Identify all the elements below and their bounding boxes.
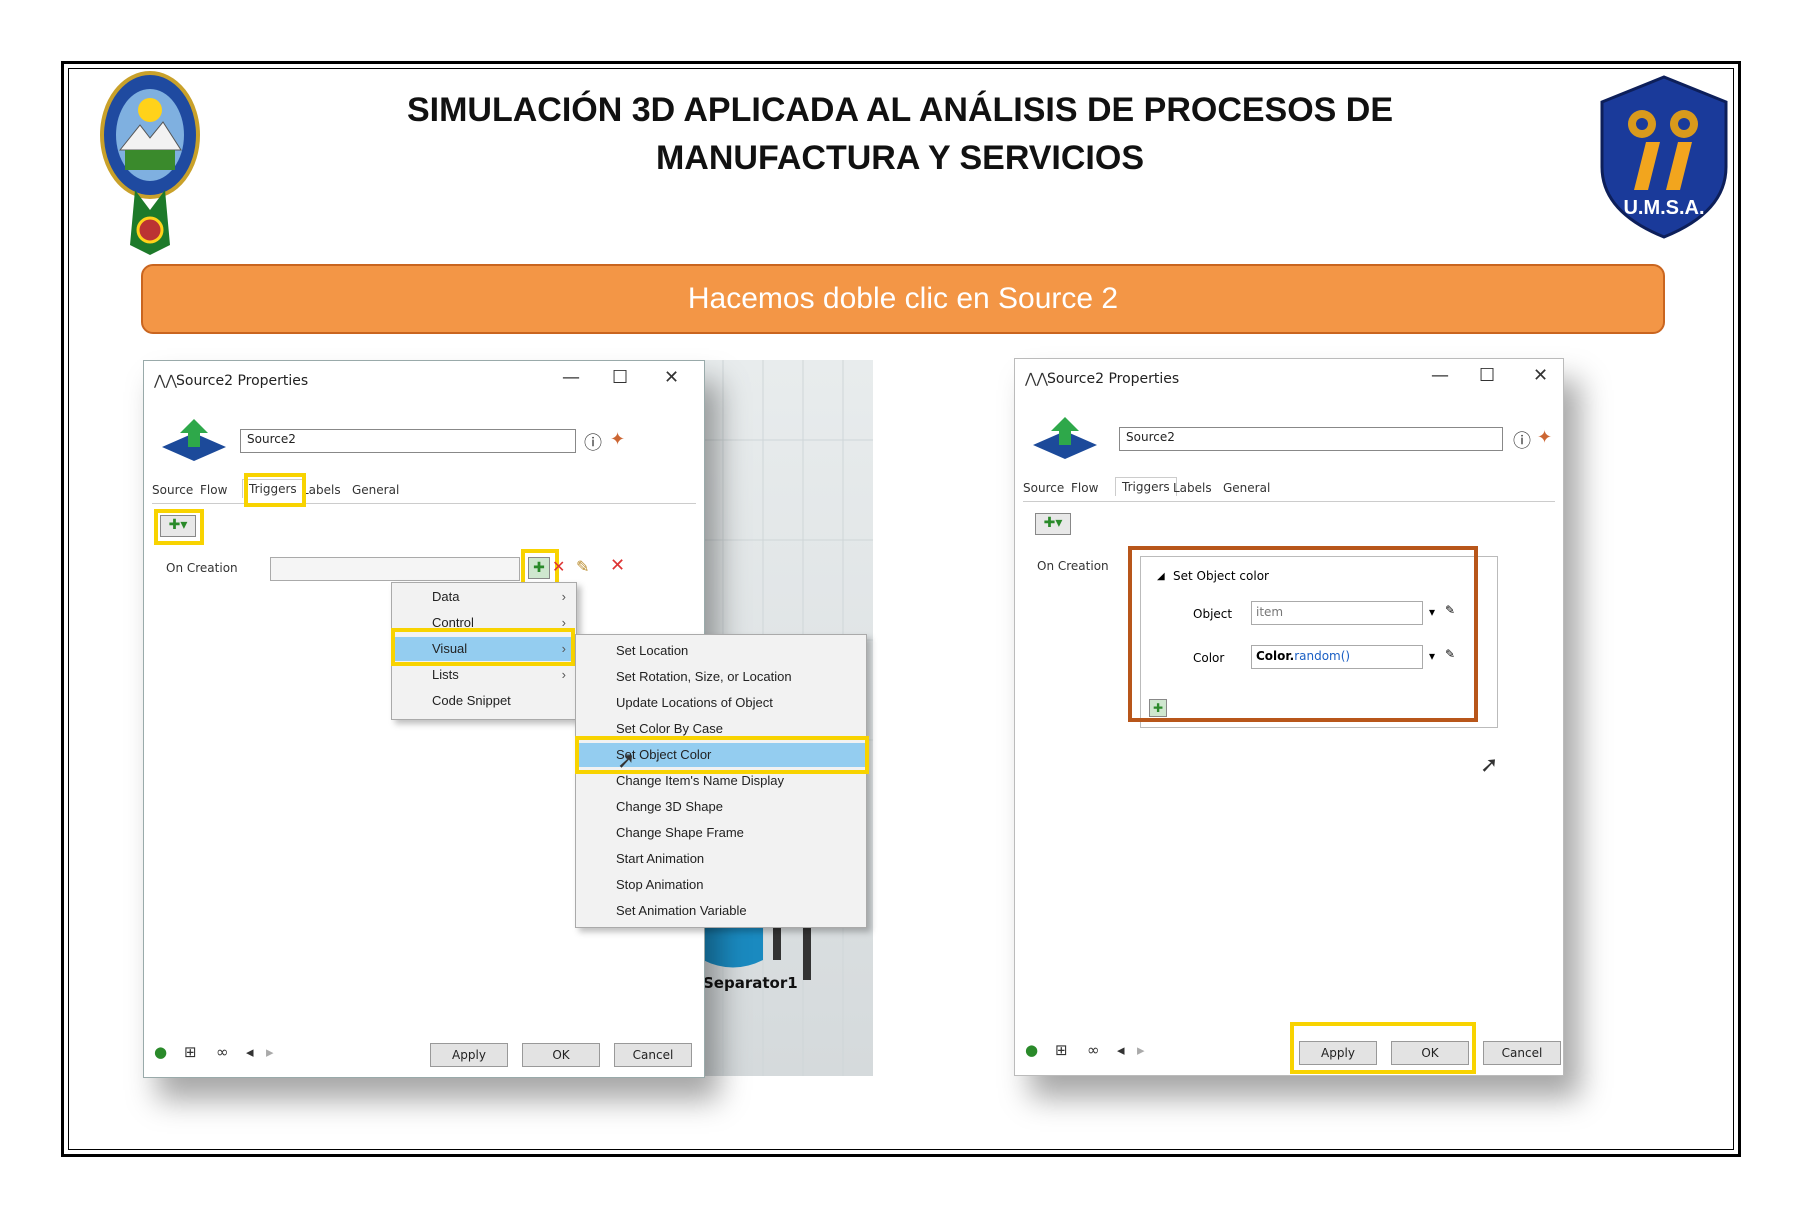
tab-labels[interactable]: Labels: [302, 483, 341, 497]
menu-item-lists[interactable]: Lists ›: [392, 663, 576, 687]
next-arrow-icon[interactable]: ▸: [266, 1043, 274, 1061]
flexsim-icon: ⋀⋀: [1025, 371, 1048, 387]
flexsim-icon: ⋀⋀: [154, 373, 177, 389]
next-arrow-icon[interactable]: ▸: [1137, 1041, 1145, 1059]
source-object-icon: [162, 419, 226, 461]
separator-label: Separator1: [703, 974, 798, 992]
left-titlebar: ⋀⋀ Source2 Properties — ☐ ✕: [144, 361, 704, 401]
menu-item-label: Lists: [432, 667, 459, 682]
slide-title: SIMULACIÓN 3D APLICADA AL ANÁLISIS DE PR…: [300, 86, 1500, 182]
properties-icon[interactable]: ✦: [610, 429, 625, 450]
submenu-set-location[interactable]: Set Location: [576, 639, 866, 663]
binoculars-icon[interactable]: ∞: [216, 1043, 229, 1061]
umsa-seal-logo: [100, 71, 200, 255]
menu-item-label: Data: [432, 589, 460, 604]
info-icon[interactable]: ⓘ: [1513, 427, 1531, 453]
submenu-stop-animation[interactable]: Stop Animation: [576, 873, 866, 897]
tree-icon[interactable]: ⊞: [184, 1043, 197, 1061]
triggers-tab-highlight: [244, 473, 306, 507]
edit-code-icon[interactable]: ✎: [576, 557, 589, 576]
tab-general[interactable]: General: [1223, 481, 1270, 495]
right-window-title: Source2 Properties: [1047, 371, 1180, 387]
close-button[interactable]: ✕: [664, 367, 679, 388]
visual-submenu: Set Location Set Rotation, Size, or Loca…: [575, 634, 867, 928]
apply-ok-highlight: [1290, 1022, 1476, 1074]
on-creation-label: On Creation: [1037, 559, 1109, 573]
left-bottom-bar: ● ⊞ ∞ ◂ ▸ Apply OK Cancel: [144, 1031, 704, 1077]
tree-icon[interactable]: ⊞: [1055, 1041, 1068, 1059]
submenu-start-animation[interactable]: Start Animation: [576, 847, 866, 871]
left-window-title: Source2 Properties: [176, 373, 309, 389]
on-creation-field[interactable]: [270, 557, 520, 581]
submenu-set-animation-variable[interactable]: Set Animation Variable: [576, 899, 866, 923]
tab-triggers[interactable]: Triggers: [1115, 477, 1177, 496]
properties-icon[interactable]: ✦: [1537, 427, 1552, 448]
tab-source[interactable]: Source: [152, 483, 193, 497]
title-line-1: SIMULACIÓN 3D APLICADA AL ANÁLISIS DE PR…: [406, 91, 1394, 129]
logo-right-bottom-text: U.M.S.A.: [1623, 197, 1704, 219]
instruction-banner: Hacemos doble clic en Source 2: [141, 264, 1665, 334]
submenu-set-rotation[interactable]: Set Rotation, Size, or Location: [576, 665, 866, 689]
close-button[interactable]: ✕: [1533, 365, 1548, 386]
tab-labels[interactable]: Labels: [1173, 481, 1212, 495]
set-object-color-highlight: [1128, 546, 1478, 722]
submenu-update-locations[interactable]: Update Locations of Object: [576, 691, 866, 715]
binoculars-icon[interactable]: ∞: [1087, 1041, 1100, 1059]
tab-flow[interactable]: Flow: [200, 483, 227, 497]
info-icon[interactable]: ⓘ: [584, 429, 602, 455]
submenu-change-shape-frame[interactable]: Change Shape Frame: [576, 821, 866, 845]
tab-source[interactable]: Source: [1023, 481, 1064, 495]
minimize-button[interactable]: —: [1431, 365, 1449, 386]
remove-small-icon[interactable]: ✕: [552, 557, 565, 576]
tab-general[interactable]: General: [352, 483, 399, 497]
maximize-button[interactable]: ☐: [1479, 365, 1495, 386]
maximize-button[interactable]: ☐: [612, 367, 628, 388]
submenu-change-3d-shape[interactable]: Change 3D Shape: [576, 795, 866, 819]
tab-divider: [152, 503, 696, 504]
object-name-input[interactable]: Source2: [1119, 427, 1503, 451]
help-icon[interactable]: ●: [154, 1043, 167, 1061]
cancel-button[interactable]: Cancel: [614, 1043, 692, 1067]
prev-arrow-icon[interactable]: ◂: [246, 1043, 254, 1061]
add-trigger-button[interactable]: ✚▾: [1035, 513, 1071, 535]
ingenieria-industrial-logo: U.M.S.A.: [1600, 75, 1728, 239]
apply-button[interactable]: Apply: [430, 1043, 508, 1067]
right-bottom-bar: ● ⊞ ∞ ◂ ▸ Apply OK Cancel: [1015, 1029, 1563, 1075]
menu-item-label: Code Snippet: [432, 693, 511, 708]
visual-menu-highlight: [391, 628, 575, 666]
tab-divider: [1023, 501, 1555, 502]
on-creation-label: On Creation: [166, 561, 238, 575]
delete-trigger-icon[interactable]: ✕: [610, 555, 625, 576]
right-titlebar: ⋀⋀ Source2 Properties — ☐ ✕: [1015, 359, 1563, 399]
prev-arrow-icon[interactable]: ◂: [1117, 1041, 1125, 1059]
object-name-input[interactable]: Source2: [240, 429, 576, 453]
tab-flow[interactable]: Flow: [1071, 481, 1098, 495]
minimize-button[interactable]: —: [562, 367, 580, 388]
menu-item-code-snippet[interactable]: Code Snippet: [392, 689, 576, 713]
add-trigger-highlight: [154, 509, 204, 545]
menu-item-data[interactable]: Data ›: [392, 585, 576, 609]
cancel-button[interactable]: Cancel: [1483, 1041, 1561, 1065]
source-object-icon: [1033, 417, 1097, 459]
help-icon[interactable]: ●: [1025, 1041, 1038, 1059]
mouse-cursor-icon: ➚: [617, 748, 636, 773]
mouse-cursor-icon: ➚: [1480, 752, 1499, 777]
title-line-2: MANUFACTURA Y SERVICIOS: [655, 139, 1145, 177]
ok-button[interactable]: OK: [522, 1043, 600, 1067]
